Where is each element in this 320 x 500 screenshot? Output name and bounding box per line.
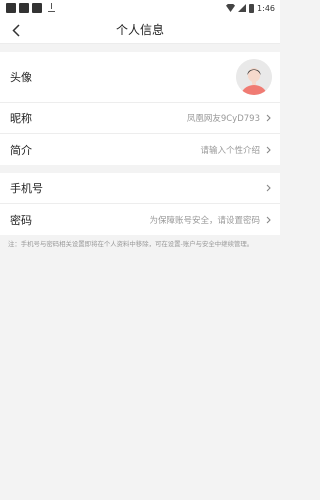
password-value: 为保障账号安全，请设置密码 [149,215,260,226]
page-title: 个人信息 [115,23,164,37]
chevron-right-icon [264,113,272,123]
status-time: 1:46 [257,3,275,13]
status-system-icons: 1:46 [226,3,275,13]
avatar-label: 头像 [10,71,32,84]
back-arrow-icon [12,23,20,37]
app-notification-icon [6,3,16,13]
bio-label: 简介 [10,143,32,157]
profile-section: 头像 昵称 凤凰网友9CyD793 简介 请输入个性介绍 [0,52,280,165]
status-notification-icons [6,3,56,13]
chevron-right-icon [264,183,272,193]
wifi-icon [226,4,236,12]
nickname-row[interactable]: 昵称 凤凰网友9CyD793 [0,103,280,134]
avatar[interactable] [236,59,272,95]
phone-row[interactable]: 手机号 [0,173,280,204]
signal-icon [238,4,247,12]
nickname-label: 昵称 [10,112,32,125]
bio-placeholder: 请输入个性介绍 [200,145,260,156]
footnote: 注：手机号与密码相关设置即将在个人资料中移除，可在设置-账户与安全中继续管理。 [8,240,254,248]
chevron-right-icon [264,145,272,155]
account-section: 手机号 密码 为保障账号安全，请设置密码 [0,173,280,235]
header-bar: 个人信息 [0,16,280,44]
status-bar: 1:46 [0,0,280,16]
back-button[interactable] [6,20,26,40]
app-notification-icon [19,3,29,13]
bio-row[interactable]: 简介 请输入个性介绍 [0,134,280,165]
phone-label: 手机号 [10,182,43,195]
password-row[interactable]: 密码 为保障账号安全，请设置密码 [0,204,280,235]
avatar-row[interactable]: 头像 [0,52,280,103]
nickname-value: 凤凰网友9CyD793 [186,114,260,124]
avatar-icon [236,59,272,95]
app-notification-icon [32,3,42,13]
chevron-right-icon [264,215,272,225]
download-icon [47,3,56,13]
password-label: 密码 [10,213,32,227]
battery-icon [249,3,255,13]
